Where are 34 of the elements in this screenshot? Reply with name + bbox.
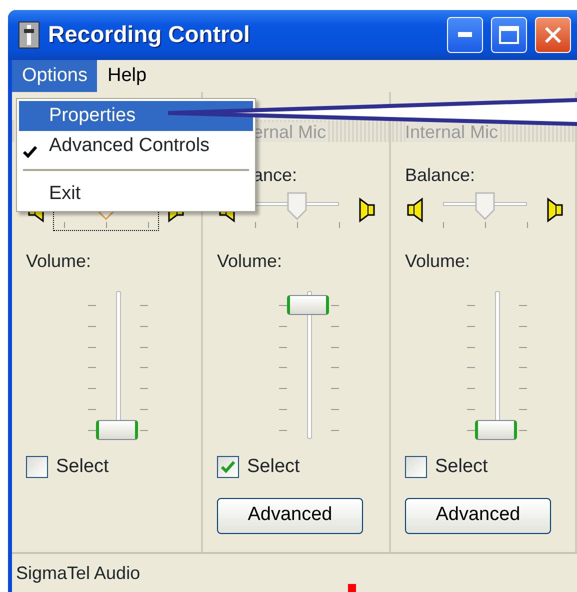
menu-item[interactable]: Help (97, 60, 157, 92)
minimize-button[interactable] (447, 17, 483, 53)
minimize-icon (458, 32, 472, 38)
slider-thumb[interactable] (475, 420, 517, 440)
slider-thumb[interactable] (287, 295, 329, 315)
column-heading: Internal Mic (405, 122, 498, 142)
checkmark-icon (221, 461, 235, 474)
maximize-button[interactable] (491, 17, 527, 53)
checkbox-label[interactable]: Select (56, 453, 109, 482)
checkbox[interactable] (405, 456, 427, 478)
menu-item[interactable]: Advanced Controls (19, 131, 253, 161)
close-button[interactable] (535, 17, 571, 53)
maximize-icon (499, 26, 519, 44)
menu-item[interactable]: Exit (19, 179, 253, 209)
checkbox[interactable] (26, 456, 48, 478)
volume-label: Volume: (405, 250, 470, 273)
status-bar: SigmaTel Audio (12, 552, 577, 592)
menu-item[interactable]: Options (12, 60, 98, 92)
balance-label: Balance: (405, 165, 476, 185)
close-icon (544, 26, 562, 44)
checkmark-icon (23, 146, 37, 158)
app-icon (18, 21, 40, 49)
advanced-button[interactable]: Advanced (217, 498, 363, 534)
volume-label: Volume: (217, 250, 282, 273)
slider-thumb[interactable] (96, 420, 138, 440)
checkbox-label[interactable]: Select (435, 453, 488, 482)
window-title: Recording Control (48, 21, 251, 49)
menu-item[interactable]: Properties (19, 101, 253, 131)
checkbox[interactable] (217, 456, 239, 478)
advanced-button[interactable]: Advanced (405, 498, 551, 534)
volume-label: Volume: (26, 250, 92, 273)
slider-thumb[interactable] (475, 192, 495, 220)
checkbox-label[interactable]: Select (247, 453, 300, 482)
slider-thumb[interactable] (287, 192, 307, 220)
